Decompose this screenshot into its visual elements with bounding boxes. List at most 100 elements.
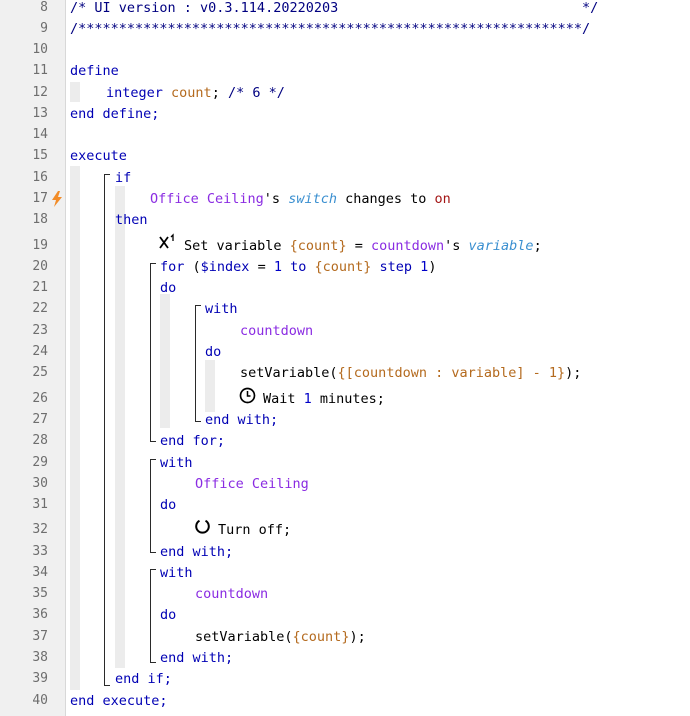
code-line-36[interactable]: do bbox=[160, 606, 176, 624]
line-number: 31 bbox=[32, 497, 48, 512]
keyword: end with; bbox=[205, 412, 279, 428]
device-name[interactable]: countdown bbox=[195, 586, 268, 602]
equals: = bbox=[249, 259, 274, 275]
indent-guide bbox=[70, 82, 80, 102]
indent-guide bbox=[115, 186, 125, 668]
code-line-18[interactable]: then bbox=[115, 211, 148, 229]
keyword: do bbox=[160, 280, 177, 296]
indent-guide bbox=[160, 294, 170, 428]
line-number: 23 bbox=[32, 323, 48, 338]
code-line-16[interactable]: if bbox=[115, 169, 131, 187]
number-literal[interactable]: 1 bbox=[304, 391, 312, 407]
comparison-text: changes to bbox=[345, 191, 427, 207]
possessive: 's bbox=[263, 191, 281, 207]
line-number: 39 bbox=[32, 671, 48, 686]
code-line-20[interactable]: for ($index = 1 to {count} step 1) bbox=[160, 258, 436, 276]
variable-name: count bbox=[171, 85, 212, 101]
code-line-13[interactable]: end define; bbox=[70, 105, 159, 123]
action-text: Wait bbox=[263, 391, 304, 407]
comment-text: /* UI version : v0.3.114.20220203 */ bbox=[70, 0, 599, 16]
comment-text: /***************************************… bbox=[70, 21, 591, 37]
comment-text: /* 6 */ bbox=[227, 85, 285, 101]
device-name[interactable]: Office Ceiling bbox=[150, 191, 264, 207]
code-line-12[interactable]: integer count; /* 6 */ bbox=[106, 84, 285, 102]
line-number: 27 bbox=[32, 412, 48, 427]
device-name[interactable]: Office Ceiling bbox=[195, 476, 309, 492]
code-line-32[interactable]: Turn off; bbox=[218, 521, 291, 539]
line-number: 9 bbox=[40, 21, 48, 36]
paren-open: ( bbox=[184, 259, 201, 275]
keyword: execute bbox=[70, 148, 127, 164]
code-line-31[interactable]: do bbox=[160, 496, 176, 514]
number-literal[interactable]: 1 bbox=[274, 259, 282, 275]
code-line-38[interactable]: end with; bbox=[160, 649, 233, 667]
line-number: 33 bbox=[32, 544, 48, 559]
code-line-34[interactable]: with bbox=[160, 564, 193, 582]
clock-icon bbox=[239, 387, 256, 408]
device-name[interactable]: countdown bbox=[240, 323, 313, 339]
line-number: 22 bbox=[32, 301, 48, 316]
line-number: 32 bbox=[32, 522, 48, 537]
power-icon bbox=[194, 518, 211, 539]
code-line-35[interactable]: countdown bbox=[195, 585, 268, 603]
if-block-bracket bbox=[104, 174, 110, 686]
line-number: 36 bbox=[32, 607, 48, 622]
code-line-8[interactable]: /* UI version : v0.3.114.20220203 */ bbox=[70, 0, 598, 17]
code-line-30[interactable]: Office Ceiling bbox=[195, 475, 309, 493]
with-block-bracket bbox=[150, 569, 156, 663]
code-line-22[interactable]: with bbox=[205, 300, 238, 318]
code-line-39[interactable]: end if; bbox=[115, 670, 172, 688]
code-line-19[interactable]: Set variable {count} = countdown's varia… bbox=[184, 237, 542, 255]
keyword: define bbox=[70, 63, 119, 79]
lightning-bolt-icon[interactable] bbox=[51, 191, 63, 207]
attribute-name[interactable]: variable bbox=[469, 238, 534, 254]
line-number: 29 bbox=[32, 455, 48, 470]
variable-ref[interactable]: {count} bbox=[314, 259, 371, 275]
code-line-11[interactable]: define bbox=[70, 62, 119, 80]
code-line-40[interactable]: end execute; bbox=[70, 692, 168, 710]
keyword: end define; bbox=[70, 106, 160, 122]
line-number: 13 bbox=[32, 106, 48, 121]
code-line-25[interactable]: setVariable({[countdown : variable] - 1}… bbox=[240, 364, 581, 382]
code-line-17[interactable]: Office Ceiling's switch changes to on bbox=[150, 190, 451, 208]
device-name[interactable]: countdown bbox=[371, 238, 444, 254]
line-number: 16 bbox=[32, 170, 48, 185]
code-line-29[interactable]: with bbox=[160, 454, 193, 472]
function-name: setVariable( bbox=[240, 365, 338, 381]
variable-ref[interactable]: {count} bbox=[293, 629, 350, 645]
line-number: 18 bbox=[32, 212, 48, 227]
for-block-bracket bbox=[150, 263, 156, 442]
code-line-15[interactable]: execute bbox=[70, 147, 127, 165]
code-line-21[interactable]: do bbox=[160, 279, 176, 297]
indent-guide bbox=[205, 360, 215, 412]
paren-close: ) bbox=[428, 259, 437, 275]
line-number: 15 bbox=[32, 148, 48, 163]
attribute-name[interactable]: switch bbox=[288, 191, 337, 207]
variable-ref[interactable]: {count} bbox=[290, 238, 347, 254]
code-line-9[interactable]: /***************************************… bbox=[70, 20, 590, 38]
code-line-27[interactable]: end with; bbox=[205, 411, 278, 429]
line-number: 26 bbox=[32, 391, 48, 406]
code-line-26[interactable]: Wait 1 minutes; bbox=[263, 390, 385, 408]
line-number: 35 bbox=[32, 586, 48, 601]
keyword: end with; bbox=[160, 544, 234, 560]
paren-close: ); bbox=[349, 629, 366, 645]
line-number: 37 bbox=[32, 629, 48, 644]
action-text: Set variable bbox=[184, 238, 290, 254]
expression[interactable]: {[countdown : variable] - 1} bbox=[338, 365, 566, 381]
code-line-24[interactable]: do bbox=[205, 343, 221, 361]
paren-close: ); bbox=[565, 365, 582, 381]
value-text[interactable]: on bbox=[435, 191, 451, 207]
keyword: for bbox=[160, 259, 185, 275]
code-line-23[interactable]: countdown bbox=[240, 322, 313, 340]
code-line-33[interactable]: end with; bbox=[160, 543, 233, 561]
line-number: 11 bbox=[32, 63, 48, 78]
line-number: 40 bbox=[32, 693, 48, 708]
index-variable[interactable]: $index bbox=[201, 259, 250, 275]
line-number: 12 bbox=[32, 85, 48, 100]
code-line-37[interactable]: setVariable({count}); bbox=[195, 628, 366, 646]
code-line-28[interactable]: end for; bbox=[160, 432, 225, 450]
keyword: with bbox=[205, 301, 238, 317]
with-block-bracket bbox=[150, 459, 156, 553]
line-number: 10 bbox=[32, 42, 48, 57]
